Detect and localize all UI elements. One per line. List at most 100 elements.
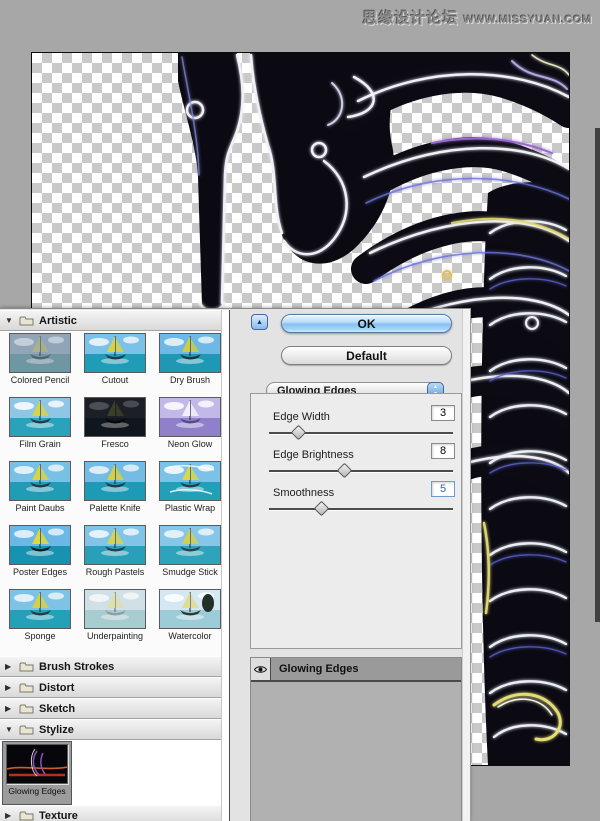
filter-item-label: Poster Edges	[3, 567, 77, 577]
param-slider-edge-brightness[interactable]	[269, 470, 453, 473]
filter-section-label: Brush Strokes	[39, 661, 114, 673]
folder-icon	[19, 703, 34, 714]
poster-edges-thumbnail	[9, 525, 71, 565]
param-label-smoothness: Smoothness	[273, 487, 334, 499]
filter-item-label: Plastic Wrap	[153, 503, 227, 513]
stylize-section-content: Glowing Edges	[0, 740, 229, 805]
filter-item-label: Paint Daubs	[3, 503, 77, 513]
param-label-edge-brightness: Edge Brightness	[273, 449, 354, 461]
filter-item-label: Watercolor	[153, 631, 227, 641]
folder-icon	[19, 810, 34, 821]
filter-item-rough-pastels[interactable]: Rough Pastels	[78, 525, 152, 577]
triangle-right-icon: ▶	[5, 683, 14, 692]
folder-icon	[19, 315, 34, 326]
cutout-thumbnail	[84, 333, 146, 373]
filter-item-colored-pencil[interactable]: Colored Pencil	[3, 333, 77, 385]
filter-item-label: Film Grain	[3, 439, 77, 449]
filter-section-label: Texture	[39, 810, 78, 821]
filter-item-label: Neon Glow	[153, 439, 227, 449]
filter-item-label: Colored Pencil	[3, 375, 77, 385]
sponge-thumbnail	[9, 589, 71, 629]
palette-knife-thumbnail	[84, 461, 146, 501]
watermark: 思缘设计论坛 WWW.MISSYUAN.COM	[363, 7, 592, 28]
filter-item-palette-knife[interactable]: Palette Knife	[78, 461, 152, 513]
colored-pencil-thumbnail	[9, 333, 71, 373]
filter-item-label: Palette Knife	[78, 503, 152, 513]
filter-list-panel: ▼ArtisticColored PencilCutoutDry BrushFi…	[0, 310, 230, 821]
param-value-smoothness[interactable]	[431, 481, 455, 497]
watermark-site-url: WWW.MISSYUAN.COM	[464, 14, 592, 26]
plastic-wrap-thumbnail	[159, 461, 221, 501]
filter-section-header-brush-strokes[interactable]: ▶ Brush Strokes	[0, 656, 229, 677]
filter-list-scrollbar[interactable]	[221, 310, 229, 821]
underpainting-thumbnail	[84, 589, 146, 629]
rough-pastels-thumbnail	[84, 525, 146, 565]
filter-item-smudge-stick[interactable]: Smudge Stick	[153, 525, 227, 577]
filter-item-plastic-wrap[interactable]: Plastic Wrap	[153, 461, 227, 513]
watermark-site-name: 思缘设计论坛	[363, 10, 459, 27]
visibility-toggle[interactable]	[251, 658, 271, 680]
filter-item-label: Cutout	[78, 375, 152, 385]
triangle-down-icon: ▼	[5, 725, 14, 734]
filter-item-label: Glowing Edges	[3, 786, 71, 796]
slider-thumb[interactable]	[337, 463, 353, 479]
filter-item-fresco[interactable]: Fresco	[78, 397, 152, 449]
param-label-edge-width: Edge Width	[273, 411, 330, 423]
neon-glow-thumbnail	[159, 397, 221, 437]
up-triangle-icon: ▲	[256, 319, 263, 326]
paint-daubs-thumbnail	[9, 461, 71, 501]
smudge-stick-thumbnail	[159, 525, 221, 565]
film-grain-thumbnail	[9, 397, 71, 437]
filter-item-watercolor[interactable]: Watercolor	[153, 589, 227, 641]
default-button[interactable]: Default	[281, 346, 452, 365]
eye-icon	[254, 665, 267, 674]
filter-item-label: Rough Pastels	[78, 567, 152, 577]
filter-item-label: Dry Brush	[153, 375, 227, 385]
dry-brush-thumbnail	[159, 333, 221, 373]
filter-item-cutout[interactable]: Cutout	[78, 333, 152, 385]
param-value-edge-brightness[interactable]	[431, 443, 455, 459]
filter-section-label: Distort	[39, 682, 74, 694]
collapse-panel-button[interactable]: ▲	[251, 314, 268, 330]
effect-layer-row[interactable]: Glowing Edges	[251, 658, 461, 682]
effect-layer-name: Glowing Edges	[271, 663, 358, 675]
window-edge-strip	[595, 128, 600, 622]
triangle-right-icon: ▶	[5, 662, 14, 671]
effect-layers-list: Glowing Edges	[250, 657, 462, 821]
filter-item-poster-edges[interactable]: Poster Edges	[3, 525, 77, 577]
slider-thumb[interactable]	[313, 501, 329, 517]
filter-item-underpainting[interactable]: Underpainting	[78, 589, 152, 641]
filter-params-box: Edge Width Edge Brightness Smoothness	[250, 393, 462, 649]
triangle-right-icon: ▶	[5, 811, 14, 820]
ok-button[interactable]: OK	[281, 314, 452, 333]
filter-item-sponge[interactable]: Sponge	[3, 589, 77, 641]
slider-thumb[interactable]	[291, 425, 307, 441]
filter-item-label: Sponge	[3, 631, 77, 641]
filter-section-header-stylize[interactable]: ▼ Stylize	[0, 719, 229, 740]
filter-section-header-artistic[interactable]: ▼Artistic	[0, 310, 229, 331]
param-slider-edge-width[interactable]	[269, 432, 453, 435]
filter-section-label: Stylize	[39, 724, 74, 736]
triangle-right-icon: ▶	[5, 704, 14, 713]
param-value-edge-width[interactable]	[431, 405, 455, 421]
filter-section-label: Sketch	[39, 703, 75, 715]
dialog-right-strip	[462, 309, 470, 821]
fresco-thumbnail	[84, 397, 146, 437]
filter-section-label: Artistic	[39, 315, 77, 327]
filter-item-film-grain[interactable]: Film Grain	[3, 397, 77, 449]
filter-item-label: Smudge Stick	[153, 567, 227, 577]
filter-item-glowing-edges-selected[interactable]: Glowing Edges	[2, 741, 72, 805]
folder-icon	[19, 682, 34, 693]
filter-section-header-texture[interactable]: ▶ Texture	[0, 805, 229, 821]
filter-section-header-sketch[interactable]: ▶ Sketch	[0, 698, 229, 719]
filter-thumbnail-grid: Colored PencilCutoutDry Brush Film GrainF…	[0, 331, 229, 656]
filter-gallery-dialog: ▼ArtisticColored PencilCutoutDry BrushFi…	[0, 308, 471, 821]
filter-section-header-distort[interactable]: ▶ Distort	[0, 677, 229, 698]
filter-item-label: Underpainting	[78, 631, 152, 641]
filter-item-neon-glow[interactable]: Neon Glow	[153, 397, 227, 449]
filter-item-dry-brush[interactable]: Dry Brush	[153, 333, 227, 385]
filter-item-paint-daubs[interactable]: Paint Daubs	[3, 461, 77, 513]
folder-icon	[19, 724, 34, 735]
folder-icon	[19, 661, 34, 672]
param-slider-smoothness[interactable]	[269, 508, 453, 511]
